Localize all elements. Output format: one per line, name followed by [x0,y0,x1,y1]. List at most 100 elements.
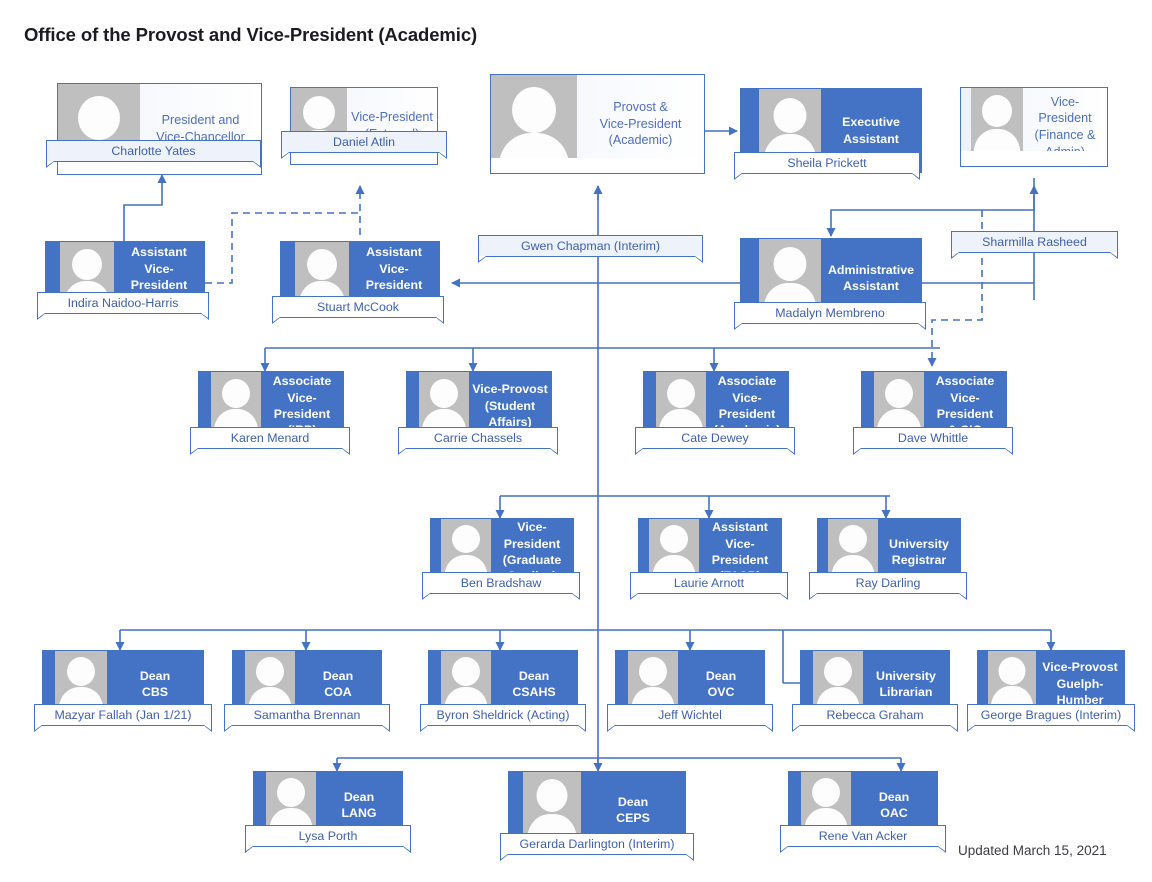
name-plate: Mazyar Fallah (Jan 1/21) [34,704,212,732]
ribbon-tail-left [422,593,431,600]
updated-date: Updated March 15, 2021 [958,843,1107,858]
person-name: Ray Darling [855,576,921,590]
role-line: Vice-President [365,261,423,292]
role-line: Assistant [712,520,768,535]
org-node-dean-coa[interactable]: Dean COA Samantha Brennan [224,650,390,732]
role-line: (Academic) [608,133,673,148]
ribbon-tail-right [786,448,795,455]
ribbon-tail-right [571,593,580,600]
role-line: Vice-President [351,110,433,125]
name-plate: Cate Dewey [635,427,795,455]
org-node-dean-csahs[interactable]: Dean CSAHS Byron Sheldrick (Acting) [420,650,586,732]
role-line: Registrar [891,553,947,567]
org-node-admin-assistant[interactable]: Administrative Assistant Madalyn Membren… [734,238,926,330]
ribbon-tail-right [381,725,390,732]
org-node-vp-student-affairs[interactable]: Vice-Provost (Student Affairs) Carrie Ch… [398,371,558,455]
role-line: Vice-President [936,390,994,421]
org-node-avp-irp[interactable]: Associate Vice-President (IRP) Karen Men… [190,371,350,455]
name-plate: Rebecca Graham [792,704,958,732]
org-node-avp-academic[interactable]: Associate Vice-President (Academic) Cate… [635,371,795,455]
org-node-university-librarian[interactable]: University Librarian Rebecca Graham [792,650,958,732]
name-plate: Ray Darling [809,572,967,600]
ribbon-tail-left [792,725,801,732]
org-node-avp-cio[interactable]: Associate Vice-President & CIO Dave Whit… [853,371,1013,455]
org-node-avp-international[interactable]: Assistant Vice-President (International)… [272,241,444,324]
ribbon-tail-left [607,725,616,732]
ribbon-tail-left [272,317,281,324]
ribbon-tail-right [1004,448,1013,455]
role-line: Dean [139,668,171,683]
role-line: LANG [341,806,377,820]
org-node-exec-assistant[interactable]: Executive Assistant Sheila Prickett [734,88,922,180]
ribbon-tail-left [190,448,199,455]
page-title: Office of the Provost and Vice-President… [24,24,478,45]
role-line: Assistant [843,279,899,293]
org-node-vp-graduate[interactable]: Vice-President (Graduate Studies) Ben Br… [422,518,580,600]
role-line: Vice-President [1038,94,1092,126]
ribbon-tail-right [577,725,586,732]
role-line: Vice-President [130,261,188,292]
person-name: Rebecca Graham [826,708,924,722]
org-node-vp-finance[interactable]: Vice-President (Finance & Admin) Sharmil… [951,87,1118,259]
person-name: Cate Dewey [681,431,749,445]
person-name: Gwen Chapman (Interim) [520,239,661,253]
org-chart-canvas: Office of the Provost and Vice-President… [0,0,1152,882]
name-plate: Jeff Wichtel [607,704,773,732]
card-base [490,158,705,174]
org-node-vp-guelph-humber[interactable]: Vice-Provost Guelph- Humber George Bragu… [967,650,1135,732]
name-plate: Ben Bradshaw [422,572,580,600]
role-line: Associate [272,374,332,389]
role-line: CEPS [616,811,650,825]
org-node-avp-dhr[interactable]: Assistant Vice-President (DHR) Indira Na… [37,241,209,320]
org-node-avp-fasr[interactable]: Assistant Vice-President (FASR) Laurie A… [630,518,788,600]
person-name: Indira Naidoo-Harris [67,296,179,310]
org-node-dean-ceps[interactable]: Dean CEPS Gerarda Darlington (Interim) [500,771,694,861]
role-line: Associate [935,374,995,389]
role-line: Vice-President [273,390,331,421]
role-line: Associate [717,374,777,389]
ribbon-tail-right [694,256,703,263]
org-node-vp-external[interactable]: Vice-President (External) Daniel Atlin [281,87,447,165]
role-line: University [876,668,936,683]
role-line: Vice-President [711,536,769,567]
role-line: Dean [518,668,550,683]
person-name: Byron Sheldrick (Acting) [436,708,570,722]
ribbon-tail-left [46,161,55,168]
person-name: Sharmilla Rasheed [982,235,1087,249]
name-plate: Gerarda Darlington (Interim) [500,833,694,861]
org-node-dean-cbs[interactable]: Dean CBS Mazyar Fallah (Jan 1/21) [34,650,212,732]
org-node-dean-oac[interactable]: Dean OAC Rene Van Acker [780,771,946,853]
ribbon-tail-right [252,161,261,168]
ribbon-tail-right [435,317,444,324]
ribbon-tail-right [200,313,209,320]
ribbon-tail-left [224,725,233,732]
role-line: Dean [617,794,649,809]
ribbon-tail-right [685,854,694,861]
name-plate: Madalyn Membreno [734,302,926,330]
ribbon-tail-left [967,725,976,732]
name-plate: Rene Van Acker [780,825,946,853]
org-node-dean-lang[interactable]: Dean LANG Lysa Porth [245,771,411,853]
person-name: Madalyn Membreno [775,306,885,320]
ribbon-tail-left [34,725,43,732]
role-line: (Finance & [1034,128,1096,142]
ribbon-tail-left [635,448,644,455]
name-plate: Charlotte Yates [46,140,261,168]
ribbon-tail-right [779,593,788,600]
name-plate: Gwen Chapman (Interim) [478,235,703,263]
role-line: Assistant [131,245,187,260]
org-node-dean-ovc[interactable]: Dean OVC Jeff Wichtel [607,650,773,732]
org-node-provost[interactable]: Provost & Vice-President (Academic) Gwen… [478,74,705,263]
org-node-president[interactable]: President and Vice-Chancellor Charlotte … [46,83,262,175]
name-plate: George Bragues (Interim) [967,704,1135,732]
ribbon-tail-left [500,854,509,861]
name-plate: Sheila Prickett [734,152,920,180]
role-line: (Student [484,398,536,413]
ribbon-tail-right [764,725,773,732]
ribbon-tail-left [37,313,46,320]
ribbon-tail-left [398,448,407,455]
ribbon-tail-right [438,152,447,159]
name-plate: Stuart McCook [272,296,444,324]
role-line: (Graduate [502,553,562,567]
org-node-registrar[interactable]: University Registrar Ray Darling [809,518,967,600]
